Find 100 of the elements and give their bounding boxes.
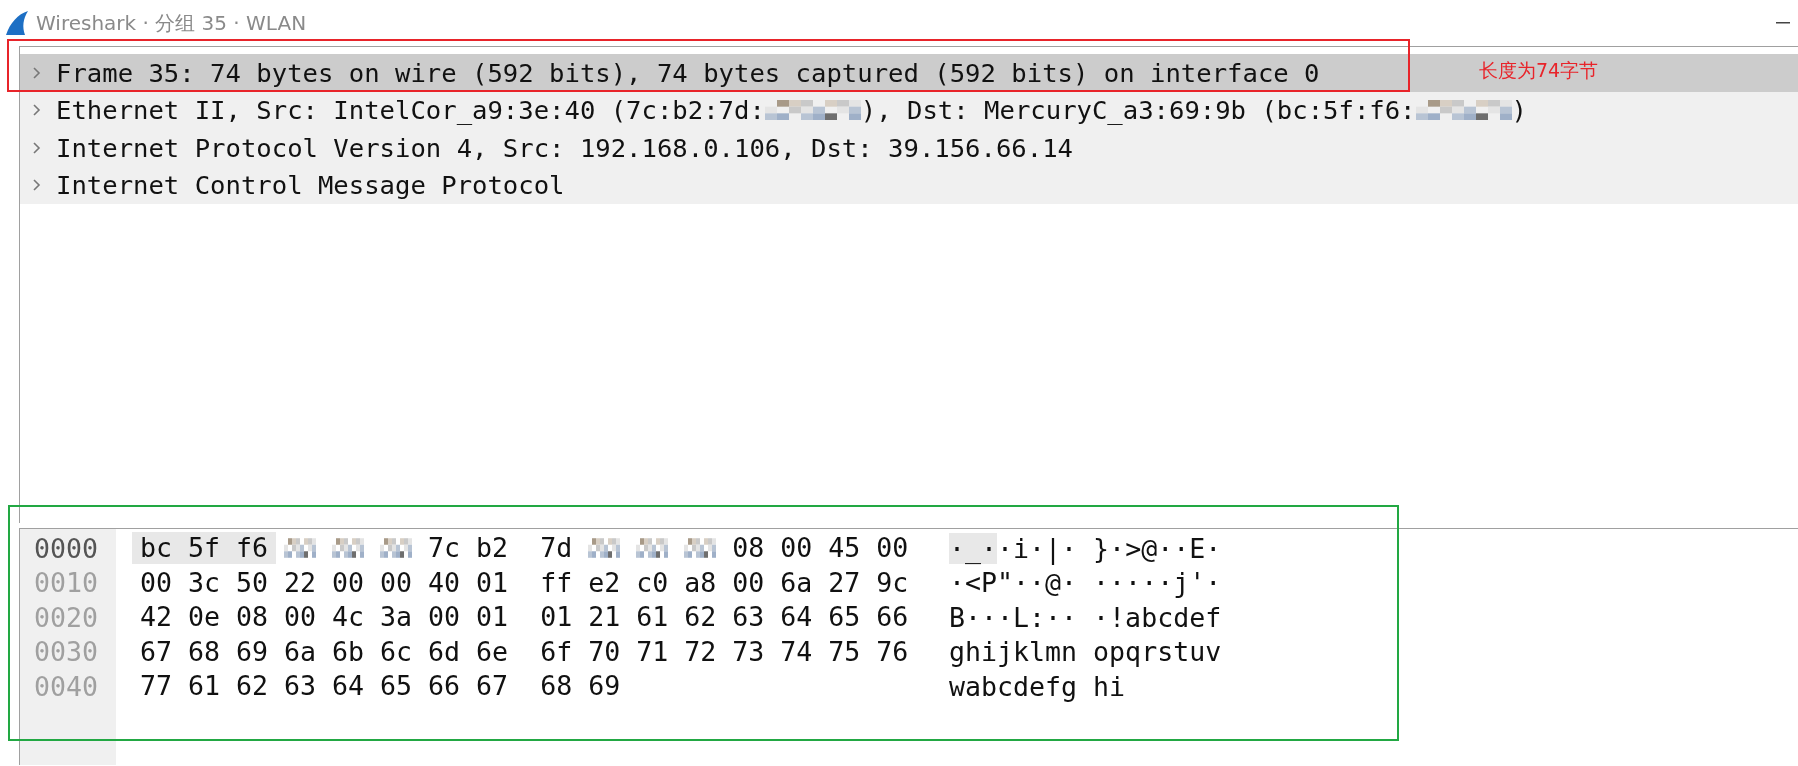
hex-byte[interactable]: 08 [724, 532, 773, 565]
ascii-text[interactable]: ghijklmn [949, 636, 1078, 668]
hex-byte[interactable]: 5f [180, 532, 229, 565]
hex-byte[interactable]: 42 [132, 601, 180, 634]
hex-byte[interactable]: 65 [372, 670, 421, 703]
tree-item-label: Frame 35: 74 bytes on wire (592 bits), 74 bytes captured (592 bits) on interface 0 [56, 57, 1320, 88]
ascii-text[interactable]: ·····j'· [1093, 567, 1222, 599]
hex-byte[interactable]: 00 [324, 566, 373, 599]
tree-item-label: ) [1511, 95, 1527, 126]
hex-byte[interactable]: 69 [228, 635, 277, 668]
minimize-icon [1776, 22, 1790, 24]
hex-byte[interactable]: 65 [820, 601, 869, 634]
hex-byte[interactable]: 70 [580, 635, 629, 668]
hex-byte[interactable]: 67 [468, 670, 517, 703]
hex-byte[interactable]: ff [532, 566, 581, 599]
hex-byte[interactable]: 01 [532, 601, 581, 634]
hex-byte[interactable]: b2 [468, 532, 517, 565]
hex-byte[interactable]: 66 [420, 670, 469, 703]
hex-byte[interactable]: 08 [228, 601, 277, 634]
hex-byte[interactable]: bc [132, 532, 180, 565]
tree-row[interactable]: Internet Control Message Protocol [20, 166, 1798, 204]
ascii-text[interactable]: hi [1093, 670, 1126, 702]
hex-byte[interactable]: 61 [628, 601, 677, 634]
hex-byte[interactable]: 00 [132, 566, 180, 599]
hex-byte[interactable]: c0 [628, 566, 677, 599]
redaction-mosaic [684, 537, 717, 560]
hex-byte[interactable]: 63 [724, 601, 773, 634]
hex-byte[interactable]: 3c [180, 566, 229, 599]
hex-byte[interactable]: 64 [324, 670, 373, 703]
hex-byte[interactable]: 45 [820, 532, 869, 565]
hex-byte[interactable]: 01 [468, 566, 517, 599]
ascii-text[interactable]: wabcdefg [949, 670, 1078, 702]
hex-byte[interactable]: 00 [420, 601, 469, 634]
hex-byte[interactable]: 67 [132, 635, 180, 668]
ascii-text[interactable]: ·_· [949, 532, 998, 564]
hex-byte[interactable]: 3a [372, 601, 421, 634]
hex-byte[interactable]: 40 [420, 566, 469, 599]
offset-label: 0040 [33, 670, 100, 702]
hex-byte[interactable]: 66 [868, 601, 917, 634]
annotation-label: 长度为74字节 [1479, 58, 1599, 83]
hex-byte[interactable]: 61 [180, 670, 229, 703]
window-title: Wireshark · 分组 35 · WLAN [36, 9, 308, 37]
tree-row[interactable]: Ethernet II, Src: IntelCor_a9:3e:40 (7c:b2:7d: ), Dst: MercuryC_a3:69:9b (bc:5f:f6: ) [20, 91, 1798, 129]
hex-byte[interactable]: 62 [228, 670, 277, 703]
ascii-text[interactable]: ·!abcdef [1093, 601, 1222, 633]
hex-byte[interactable]: 71 [628, 635, 677, 668]
hex-byte[interactable]: 7d [532, 532, 581, 565]
hex-byte[interactable]: 00 [772, 532, 821, 565]
hex-byte[interactable]: 68 [180, 635, 229, 668]
hex-byte[interactable]: 6a [276, 635, 325, 668]
hex-byte[interactable]: 00 [868, 532, 917, 565]
offset-label: 0000 [33, 532, 100, 564]
hex-byte[interactable]: 6f [532, 635, 581, 668]
app-icon [4, 9, 30, 37]
hex-byte[interactable]: 00 [276, 601, 325, 634]
hex-byte[interactable]: 6e [468, 635, 517, 668]
tree-item-label: Ethernet II, Src: IntelCor_a9:3e:40 (7c:b2:7d: [56, 95, 765, 126]
hex-byte[interactable]: 77 [132, 670, 180, 703]
hex-byte[interactable]: 64 [772, 601, 821, 634]
redaction-mosaic [332, 537, 365, 560]
hex-byte[interactable]: 00 [724, 566, 773, 599]
hex-byte[interactable]: 6c [372, 635, 421, 668]
offset-label: 0010 [33, 567, 100, 599]
hex-byte[interactable]: 68 [532, 670, 581, 703]
hex-byte[interactable]: 73 [724, 635, 773, 668]
hex-byte[interactable]: 27 [820, 566, 869, 599]
hex-byte[interactable]: 6d [420, 635, 469, 668]
tree-item-label: Internet Control Message Protocol [56, 170, 565, 201]
hex-byte[interactable]: 0e [180, 601, 229, 634]
redaction-mosaic [380, 537, 413, 560]
ascii-text[interactable]: ·i·|· [997, 532, 1078, 564]
hex-byte[interactable]: 9c [868, 566, 917, 599]
hex-byte[interactable]: 76 [868, 635, 917, 668]
redaction-mosaic [636, 537, 669, 560]
hex-byte[interactable]: 75 [820, 635, 869, 668]
hex-byte[interactable]: 22 [276, 566, 325, 599]
redaction-mosaic [588, 537, 621, 560]
hex-byte[interactable]: 69 [580, 670, 629, 703]
hex-byte[interactable]: 62 [676, 601, 725, 634]
hex-byte[interactable]: 50 [228, 566, 277, 599]
hex-byte[interactable]: a8 [676, 566, 725, 599]
hex-byte[interactable]: 63 [276, 670, 325, 703]
hex-byte[interactable]: 21 [580, 601, 629, 634]
hex-byte[interactable]: e2 [580, 566, 629, 599]
ascii-text[interactable]: opqrstuv [1093, 636, 1222, 668]
tree-row[interactable]: Internet Protocol Version 4, Src: 192.168.0.106, Dst: 39.156.66.14 [20, 129, 1798, 167]
ascii-text[interactable]: }·>@··E· [1093, 532, 1222, 564]
hex-byte[interactable]: 6a [772, 566, 821, 599]
redaction-mosaic [284, 537, 317, 560]
hex-byte[interactable]: 4c [324, 601, 373, 634]
tree-item-label: Internet Protocol Version 4, Src: 192.168.0.106, Dst: 39.156.66.14 [56, 132, 1073, 163]
ascii-text[interactable]: B···L:·· [949, 601, 1078, 633]
hex-byte[interactable]: 72 [676, 635, 725, 668]
hex-byte[interactable]: f6 [228, 532, 277, 565]
hex-byte[interactable]: 74 [772, 635, 821, 668]
hex-byte[interactable]: 01 [468, 601, 517, 634]
hex-byte[interactable]: 7c [420, 532, 469, 565]
hex-byte[interactable]: 00 [372, 566, 421, 599]
hex-byte[interactable]: 6b [324, 635, 373, 668]
ascii-text[interactable]: ·<P"··@· [949, 567, 1078, 599]
